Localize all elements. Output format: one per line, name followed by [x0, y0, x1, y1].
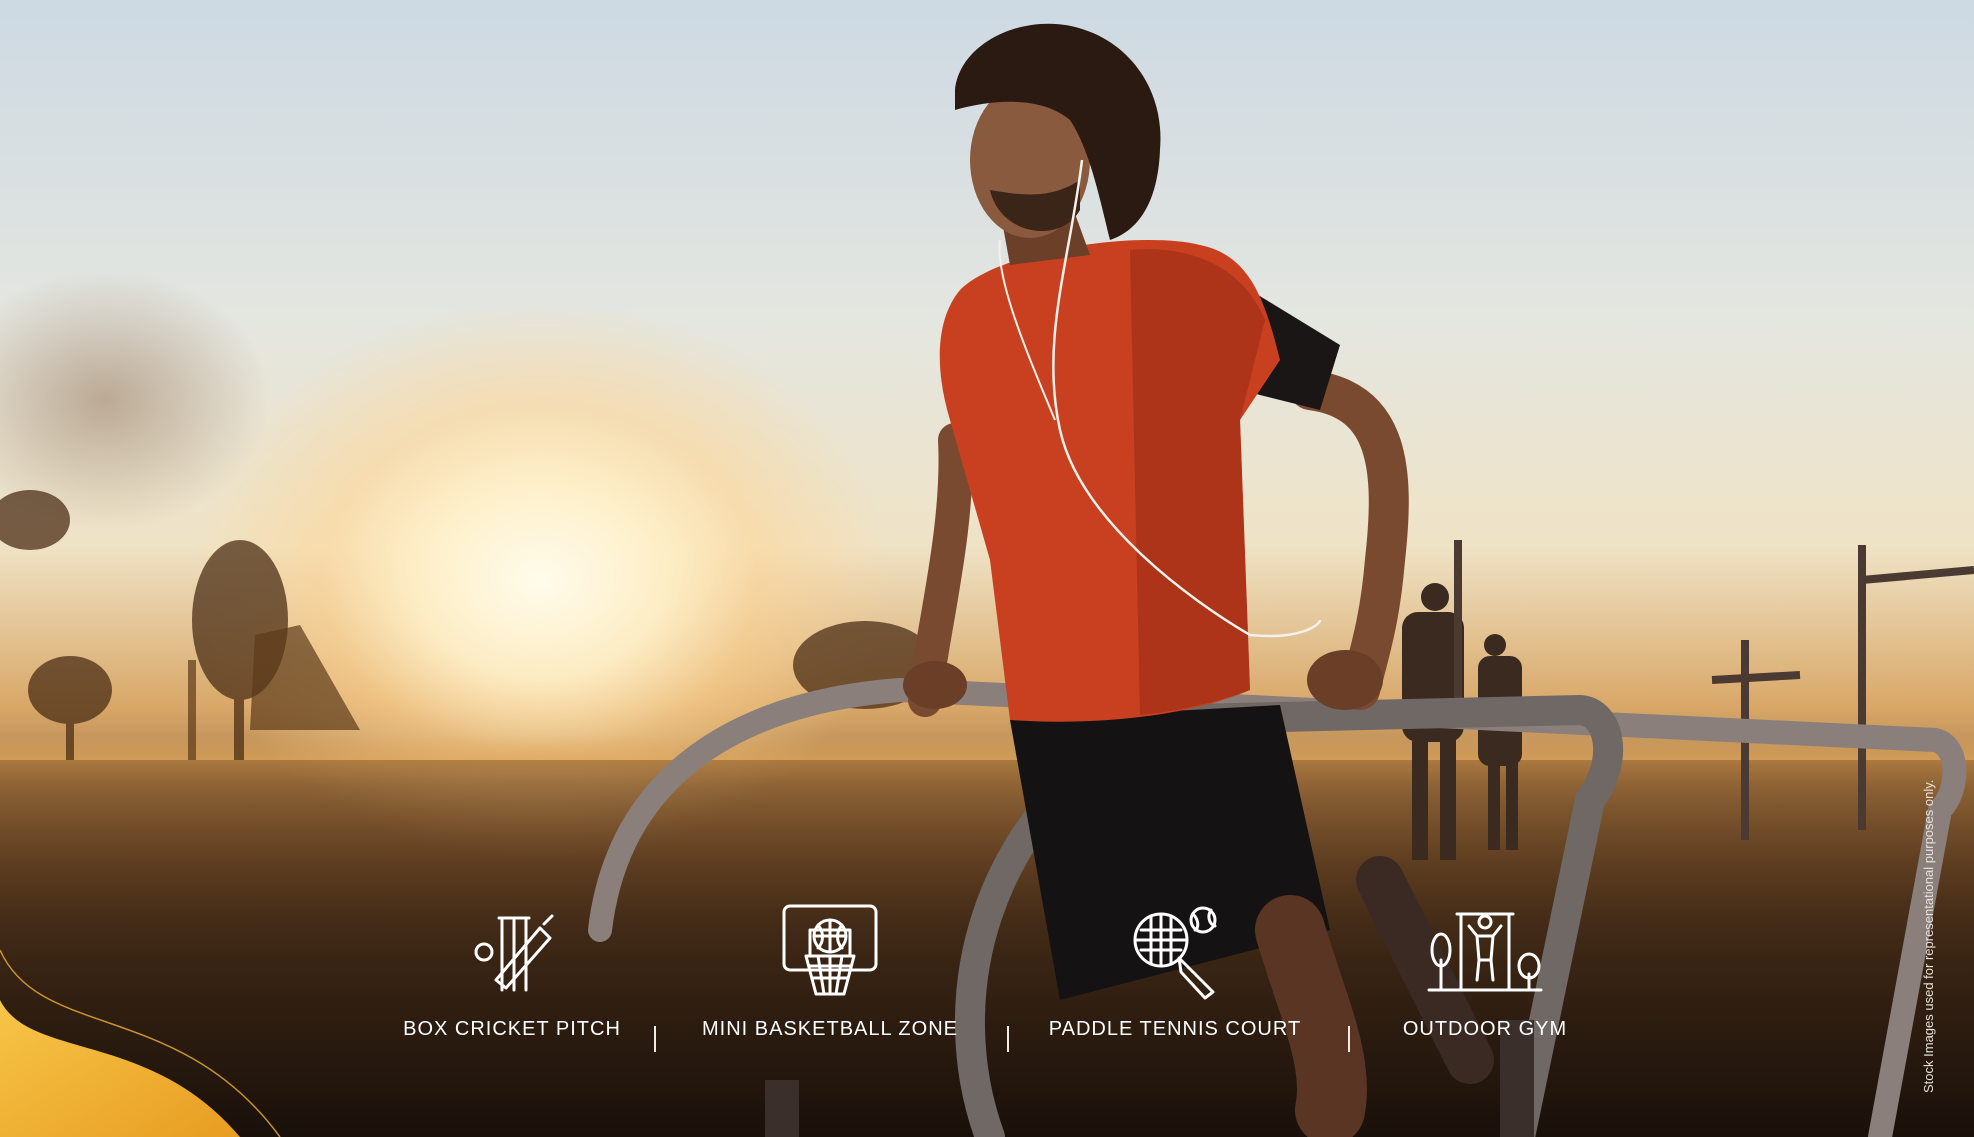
separator — [1007, 1026, 1009, 1052]
amenity-outdoor-gym: OUTDOOR GYM — [1335, 900, 1635, 1041]
amenity-label: OUTDOOR GYM — [1402, 1018, 1568, 1040]
tennis-icon — [1133, 906, 1217, 1000]
disclaimer-text: Stock Images used for representational p… — [1921, 779, 1936, 1093]
basketball-icon — [782, 904, 878, 996]
amenity-label: BOX CRICKET PITCH — [403, 1018, 621, 1040]
amenity-box-cricket-pitch: BOX CRICKET PITCH — [362, 900, 662, 1041]
separator — [654, 1026, 656, 1052]
cricket-icon — [474, 914, 554, 992]
amenity-label: PADDLE TENNIS COURT — [1048, 1018, 1302, 1040]
separator — [1348, 1026, 1350, 1052]
outdoor-gym-icon — [1427, 912, 1543, 992]
amenity-mini-basketball-zone: MINI BASKETBALL ZONE — [680, 900, 980, 1041]
amenity-paddle-tennis-court: PADDLE TENNIS COURT — [1025, 900, 1325, 1041]
hero-photo: BOX CRICKET PITCH MINI BASKETBALL ZONE P… — [0, 0, 1974, 1137]
amenity-label: MINI BASKETBALL ZONE — [702, 1018, 958, 1040]
amenities-row: BOX CRICKET PITCH MINI BASKETBALL ZONE P… — [0, 0, 1974, 1137]
